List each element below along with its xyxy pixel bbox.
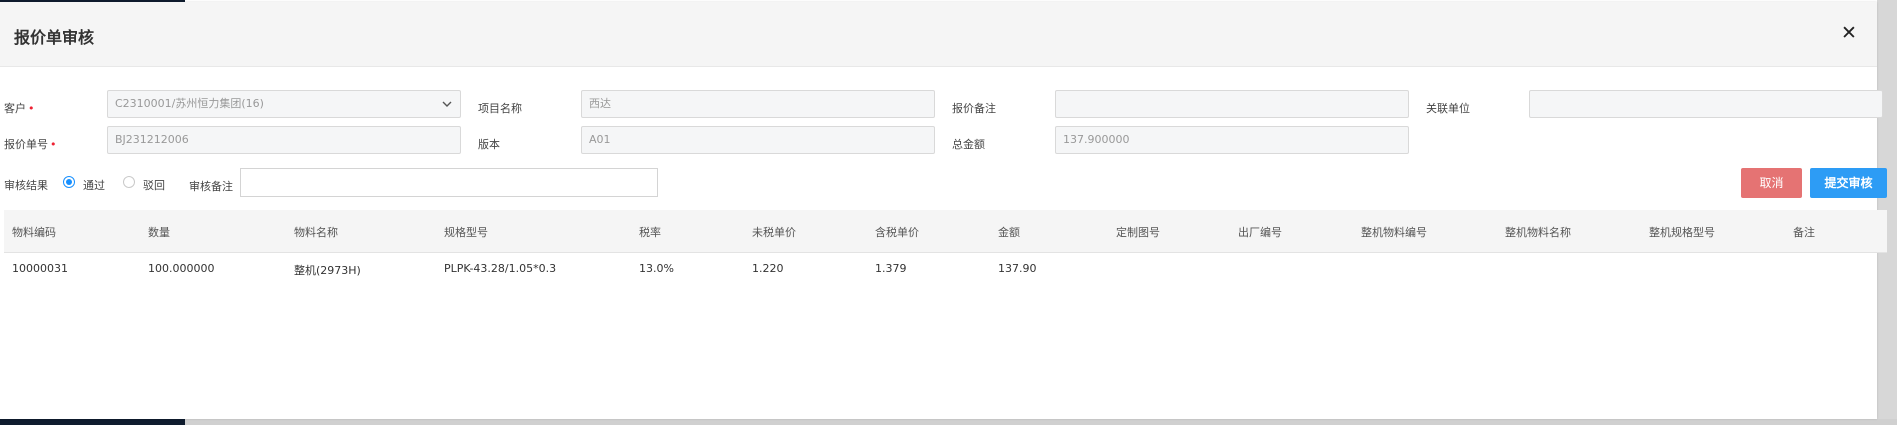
col-quantity[interactable]: 数量 xyxy=(148,224,170,240)
col-unit-price-excl-tax[interactable]: 未税单价 xyxy=(752,224,796,240)
col-factory-no[interactable]: 出厂编号 xyxy=(1238,224,1282,240)
quote-no-field[interactable]: BJ231212006 xyxy=(107,126,461,154)
customer-value: C2310001/苏州恒力集团(16) xyxy=(115,97,264,110)
related-unit-field[interactable] xyxy=(1529,90,1883,118)
required-star: • xyxy=(28,102,35,115)
quote-no-label: 报价单号 • xyxy=(4,138,57,151)
col-spec-model[interactable]: 规格型号 xyxy=(444,224,488,240)
cell-unit-price-excl-tax: 1.220 xyxy=(752,262,784,275)
required-star: • xyxy=(50,138,57,151)
col-machine-material-no[interactable]: 整机物料编号 xyxy=(1361,224,1427,240)
radio-pass[interactable] xyxy=(63,176,75,188)
col-material-code[interactable]: 物料编码 xyxy=(12,224,56,240)
review-remark-input[interactable] xyxy=(240,168,658,197)
backdrop-bottom-overlay xyxy=(185,419,1897,425)
col-material-name[interactable]: 物料名称 xyxy=(294,224,338,240)
col-machine-spec-model[interactable]: 整机规格型号 xyxy=(1649,224,1715,240)
total-amount-field[interactable]: 137.900000 xyxy=(1055,126,1409,154)
total-amount-label: 总金额 xyxy=(952,138,985,151)
version-field[interactable]: A01 xyxy=(581,126,935,154)
cancel-button[interactable]: 取消 xyxy=(1741,168,1802,198)
backdrop-bottom-strip xyxy=(0,419,185,425)
customer-label: 客户 • xyxy=(4,102,35,115)
cell-unit-price-incl-tax: 1.379 xyxy=(875,262,907,275)
radio-reject[interactable] xyxy=(123,176,135,188)
col-unit-price-incl-tax[interactable]: 含税单价 xyxy=(875,224,919,240)
cell-quantity: 100.000000 xyxy=(148,262,215,275)
cell-spec-model: PLPK-43.28/1.05*0.3 xyxy=(444,262,557,275)
col-machine-material-name[interactable]: 整机物料名称 xyxy=(1505,224,1571,240)
review-remark-label: 审核备注 xyxy=(189,180,233,193)
col-tax-rate[interactable]: 税率 xyxy=(639,224,661,240)
cell-material-code: 10000031 xyxy=(12,262,68,275)
project-name-label: 项目名称 xyxy=(478,102,522,115)
review-result-label: 审核结果 xyxy=(4,179,48,192)
col-custom-drawing-no[interactable]: 定制图号 xyxy=(1116,224,1160,240)
version-label: 版本 xyxy=(478,138,500,151)
table-header: 物料编码 数量 物料名称 规格型号 税率 未税单价 含税单价 金额 定制图号 出… xyxy=(4,210,1887,253)
table-row[interactable]: 10000031 100.000000 整机(2973H) PLPK-43.28… xyxy=(4,253,1887,283)
material-table: 物料编码 数量 物料名称 规格型号 税率 未税单价 含税单价 金额 定制图号 出… xyxy=(4,210,1887,283)
project-name-field[interactable]: 西达 xyxy=(581,90,935,118)
quote-remark-field[interactable] xyxy=(1055,90,1409,118)
col-amount[interactable]: 金额 xyxy=(998,224,1020,240)
cell-tax-rate: 13.0% xyxy=(639,262,674,275)
col-remark[interactable]: 备注 xyxy=(1793,224,1815,240)
radio-reject-label[interactable]: 驳回 xyxy=(143,177,165,193)
close-icon[interactable]: ✕ xyxy=(1839,22,1859,44)
customer-select[interactable]: C2310001/苏州恒力集团(16) xyxy=(107,90,461,118)
submit-review-button[interactable]: 提交审核 xyxy=(1810,168,1887,198)
cell-amount: 137.90 xyxy=(998,262,1037,275)
chevron-down-icon xyxy=(442,91,452,117)
radio-pass-label[interactable]: 通过 xyxy=(83,177,105,193)
quote-review-dialog: 报价单审核 ✕ 客户 • C2310001/苏州恒力集团(16) 项目名称 西达 … xyxy=(0,2,1887,419)
cell-material-name: 整机(2973H) xyxy=(294,264,361,277)
dialog-title: 报价单审核 xyxy=(14,28,95,47)
dialog-header: 报价单审核 ✕ xyxy=(0,2,1877,67)
related-unit-label: 关联单位 xyxy=(1426,102,1470,115)
quote-remark-label: 报价备注 xyxy=(952,102,996,115)
